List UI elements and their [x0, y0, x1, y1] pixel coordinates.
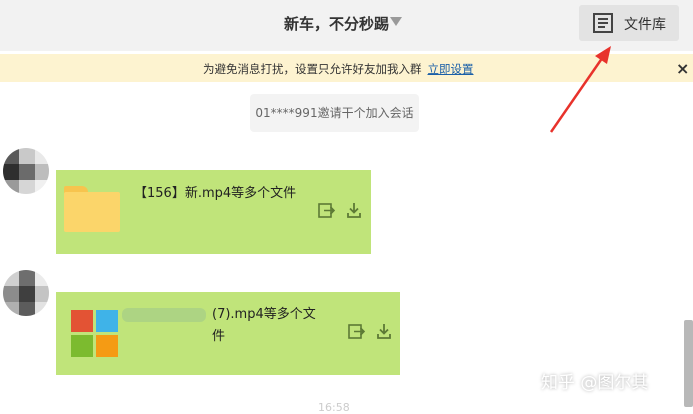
download-icon[interactable]: [376, 323, 392, 339]
file-message[interactable]: (7).mp4等多个文件: [56, 292, 400, 375]
file-message[interactable]: 【156】新.mp4等多个文件: [56, 170, 371, 254]
notice-text: 为避免消息打扰，设置只允许好友加我入群: [203, 62, 422, 76]
avatar[interactable]: [3, 148, 49, 194]
file-message-text: (7).mp4等多个文件: [212, 307, 316, 344]
file-library-label: 文件库: [624, 17, 666, 33]
file-tiles-icon: [71, 310, 118, 357]
watermark: 知乎 @图尔其: [541, 373, 649, 393]
annotation-arrow-icon: [549, 46, 611, 133]
close-icon[interactable]: ×: [676, 59, 689, 78]
avatar[interactable]: [3, 270, 49, 316]
scrollbar[interactable]: [684, 320, 693, 407]
download-icon[interactable]: [346, 202, 362, 218]
folder-icon: [64, 186, 120, 232]
file-library-icon: [593, 13, 613, 33]
system-message: 01****991邀请干个加入会话: [250, 94, 419, 132]
chevron-down-icon[interactable]: [390, 17, 402, 26]
forward-icon[interactable]: [318, 203, 335, 218]
file-library-button[interactable]: 文件库: [579, 5, 679, 41]
redacted-filename: [122, 308, 206, 322]
file-message-text: 【156】新.mp4等多个文件: [134, 186, 297, 201]
forward-icon[interactable]: [348, 324, 365, 339]
chat-title[interactable]: 新车，不分秒踢: [284, 13, 389, 34]
notice-settings-link[interactable]: 立即设置: [428, 62, 474, 76]
timestamp-partial: 16:58: [318, 401, 350, 414]
